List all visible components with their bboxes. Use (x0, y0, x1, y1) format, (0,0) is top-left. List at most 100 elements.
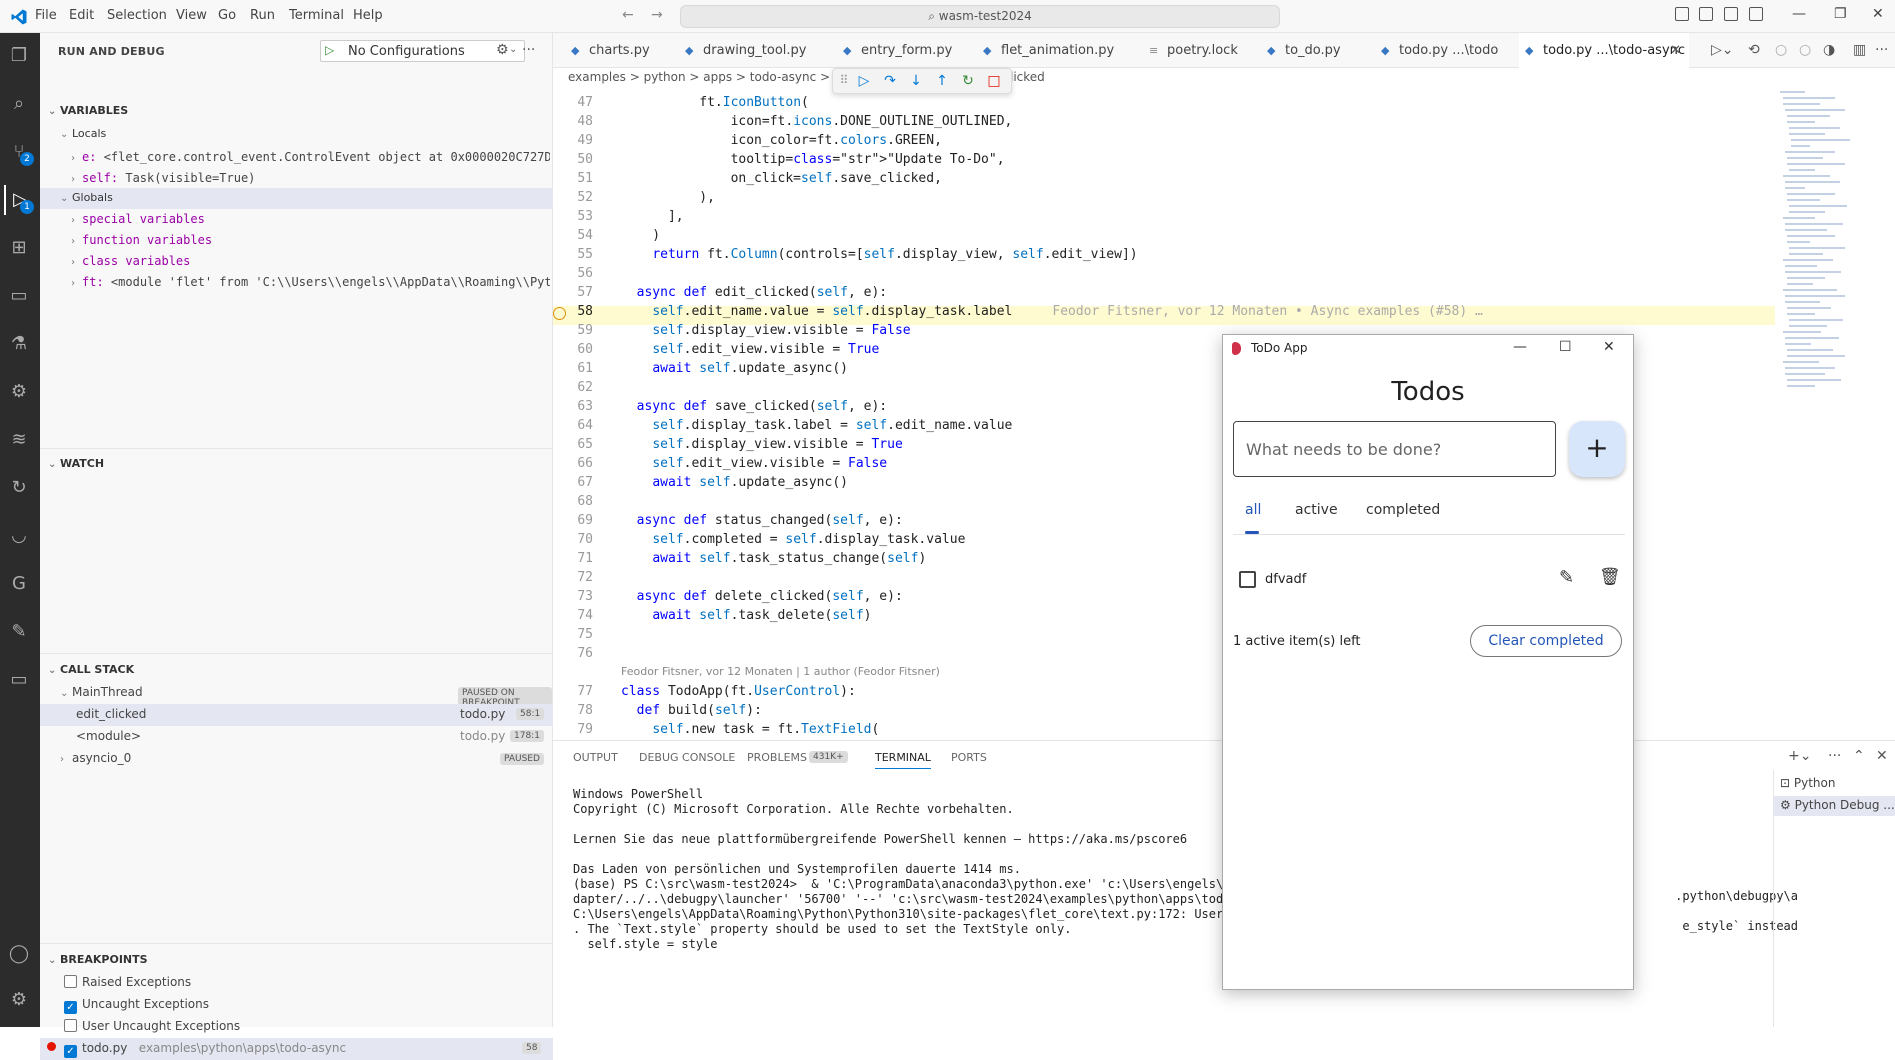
chat-icon[interactable]: ▭ (4, 665, 34, 695)
more-actions-icon[interactable]: ··· (1875, 42, 1888, 58)
menu-file[interactable]: File (35, 8, 57, 23)
tab-poetry-lock[interactable]: ≡ poetry.lock (1143, 33, 1238, 68)
source-control-icon[interactable]: ⑂ 2 (4, 137, 34, 167)
edit-pencil-icon[interactable]: ✎ (1559, 567, 1574, 588)
split-editor-icon[interactable]: ▥ (1853, 42, 1866, 58)
forward-arrow-icon[interactable]: → (651, 7, 663, 23)
variable-row[interactable]: › self: Task(visible=True) (70, 171, 550, 185)
tab-todo[interactable]: ◆ todo.py ...\todo (1375, 33, 1498, 68)
menu-view[interactable]: View (176, 8, 207, 23)
toggle-secondary-sidebar-icon[interactable] (1724, 7, 1738, 21)
tab-flet-animation[interactable]: ◆ flet_animation.py (977, 33, 1114, 68)
debug-toolbar[interactable]: ⠿ ▷ ↷ ↓ ↑ ↻ □ (832, 68, 1012, 94)
minimize-icon[interactable]: — (1513, 339, 1527, 355)
checkbox[interactable] (64, 975, 77, 988)
tab-entry-form[interactable]: ◆ entry_form.py (837, 33, 952, 68)
delete-trash-icon[interactable]: 🗑 (1599, 567, 1621, 587)
checkbox[interactable] (64, 1019, 77, 1032)
close-window-icon[interactable]: ✕ (1872, 6, 1884, 22)
menu-go[interactable]: Go (218, 8, 236, 23)
terminal-output[interactable]: Windows PowerShell Copyright (C) Microsof… (573, 787, 1245, 952)
live-share-icon[interactable]: ↻ (4, 473, 34, 503)
breakpoint-raised[interactable]: Raised Exceptions (64, 975, 191, 989)
new-terminal-icon[interactable]: +⌄ (1788, 748, 1811, 764)
tab-terminal[interactable]: TERMINAL (875, 751, 931, 769)
breakpoint-user-uncaught[interactable]: User Uncaught Exceptions (64, 1019, 240, 1033)
maximize-panel-icon[interactable]: ⌃ (1853, 748, 1865, 764)
maximize-icon[interactable]: ☐ (1559, 339, 1572, 355)
variable-row[interactable]: › function variables (70, 233, 212, 247)
copilot-icon[interactable]: ✎ (4, 617, 34, 647)
breakpoints-section[interactable]: ⌄ BREAKPOINTS (48, 953, 148, 966)
minimize-icon[interactable]: — (1792, 6, 1806, 22)
variables-section[interactable]: ⌄ VARIABLES (48, 104, 128, 117)
tab-problems[interactable]: PROBLEMS (747, 751, 807, 764)
terminal-item-python[interactable]: ⊡ Python (1780, 776, 1835, 790)
back-arrow-icon[interactable]: ← (622, 7, 634, 23)
menu-run[interactable]: Run (250, 8, 275, 23)
drag-handle-icon[interactable]: ⠿ (835, 73, 853, 87)
tab-output[interactable]: OUTPUT (573, 751, 618, 764)
testing-icon[interactable]: ⚗ (4, 329, 34, 359)
customize-layout-icon[interactable] (1749, 7, 1763, 21)
docker-icon[interactable]: ≋ (4, 425, 34, 455)
restore-icon[interactable]: ❐ (1834, 6, 1847, 22)
timeline-icon[interactable]: ◑ (1823, 42, 1835, 58)
settings-sync-icon[interactable]: ⚙ (4, 377, 34, 407)
filter-tab-completed[interactable]: completed (1366, 502, 1440, 518)
gear-icon[interactable]: ⚙ (496, 42, 509, 58)
accounts-icon[interactable]: ◯ (4, 939, 34, 969)
breakpoint-paused-icon[interactable] (553, 307, 566, 320)
watch-section[interactable]: ⌄ WATCH (48, 457, 104, 470)
explorer-icon[interactable]: ❐ (4, 41, 34, 71)
step-into-icon[interactable]: ↓ (907, 73, 925, 89)
command-center-search[interactable]: ⌕ wasm-test2024 (680, 5, 1280, 28)
toggle-panel-icon[interactable] (1699, 7, 1713, 21)
tab-todo-async[interactable]: ◆ todo.py ...\todo-async ✕ (1519, 33, 1689, 68)
codelens-blame[interactable]: Feodor Fitsner, vor 12 Monaten | 1 autho… (621, 665, 940, 678)
clear-completed-button[interactable]: Clear completed (1470, 625, 1622, 657)
continue-icon[interactable]: ▷ (855, 73, 873, 89)
debug-config-select[interactable]: ▷ No Configurations ⌄ (320, 40, 525, 62)
git-graph-icon[interactable]: G (4, 569, 34, 599)
tab-drawing-tool[interactable]: ◆ drawing_tool.py (679, 33, 807, 68)
checkbox-checked[interactable]: ✓ (64, 1045, 77, 1058)
stack-frame[interactable]: <module> (76, 729, 141, 743)
close-tab-icon[interactable]: ✕ (1670, 33, 1681, 68)
toggle-sidebar-icon[interactable] (1675, 7, 1689, 21)
more-actions-icon[interactable]: ··· (1828, 748, 1841, 764)
close-panel-icon[interactable]: ✕ (1876, 748, 1888, 764)
manage-gear-icon[interactable]: ⚙ (4, 985, 34, 1015)
thread-row[interactable]: ⌄ MainThread (60, 685, 143, 699)
checkbox-checked[interactable]: ✓ (64, 1001, 77, 1014)
stop-icon[interactable]: □ (985, 73, 1003, 89)
new-task-input[interactable]: What needs to be done? (1233, 421, 1556, 477)
open-changes-icon[interactable]: ⟲ (1748, 42, 1760, 58)
thread-row[interactable]: › asyncio_0 (60, 751, 131, 765)
close-window-icon[interactable]: ✕ (1603, 339, 1615, 355)
terminal-item-python-debug[interactable]: ⚙ Python Debug ... (1780, 798, 1895, 812)
menu-selection[interactable]: Selection (107, 8, 167, 23)
add-task-button[interactable]: + (1569, 421, 1625, 477)
previous-change-icon[interactable]: ○ (1775, 42, 1787, 58)
tab-charts[interactable]: ◆ charts.py (565, 33, 650, 68)
menu-terminal[interactable]: Terminal (289, 8, 344, 23)
remote-explorer-icon[interactable]: ▭ (4, 281, 34, 311)
filter-tab-all[interactable]: all (1245, 502, 1261, 518)
breadcrumb[interactable]: examples > python > apps > todo-async > l… (568, 70, 1045, 84)
callstack-section[interactable]: ⌄ CALL STACK (48, 663, 134, 676)
next-change-icon[interactable]: ○ (1799, 42, 1811, 58)
run-debug-icon[interactable]: ▷ 1 (4, 185, 34, 215)
variable-row[interactable]: › special variables (70, 212, 205, 226)
extensions-icon[interactable]: ⊞ (4, 233, 34, 263)
filter-tab-active[interactable]: active (1295, 502, 1338, 518)
breakpoint-file[interactable]: ✓ todo.py examples\python\apps\todo-async (64, 1041, 346, 1058)
more-actions-icon[interactable]: ··· (522, 42, 535, 58)
tab-debug-console[interactable]: DEBUG CONSOLE (639, 751, 735, 764)
minimap[interactable] (1775, 90, 1875, 450)
tab-to-do[interactable]: ◆ to_do.py (1261, 33, 1341, 68)
menu-edit[interactable]: Edit (69, 8, 94, 23)
variable-row[interactable]: › ft: <module 'flet' from 'C:\\Users\\eng… (70, 275, 550, 289)
restart-icon[interactable]: ↻ (959, 73, 977, 89)
variable-row[interactable]: › class variables (70, 254, 190, 268)
